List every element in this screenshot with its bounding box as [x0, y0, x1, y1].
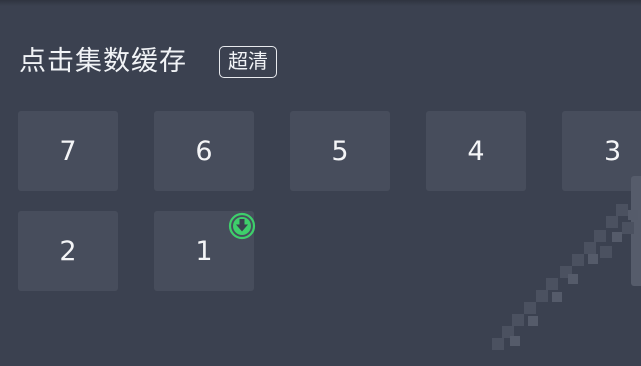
- episode-tile-2[interactable]: 2: [18, 211, 118, 291]
- episode-number: 1: [195, 235, 213, 267]
- episode-number: 6: [195, 135, 213, 167]
- episode-number: 3: [604, 135, 622, 167]
- episode-tile-1[interactable]: 1: [154, 211, 256, 291]
- pixelated-overlay-graphic: [492, 204, 638, 350]
- episode-number: 5: [331, 135, 349, 167]
- episode-tile-5[interactable]: 5: [290, 111, 390, 191]
- episode-tile-7[interactable]: 7: [18, 111, 118, 191]
- episode-number: 4: [467, 135, 485, 167]
- episode-tile-3[interactable]: 3: [562, 111, 641, 191]
- download-circle-icon: [228, 212, 256, 240]
- episode-number: 7: [59, 135, 77, 167]
- episode-tile-4[interactable]: 4: [426, 111, 526, 191]
- episode-number: 2: [59, 235, 77, 267]
- episode-tile-6[interactable]: 6: [154, 111, 254, 191]
